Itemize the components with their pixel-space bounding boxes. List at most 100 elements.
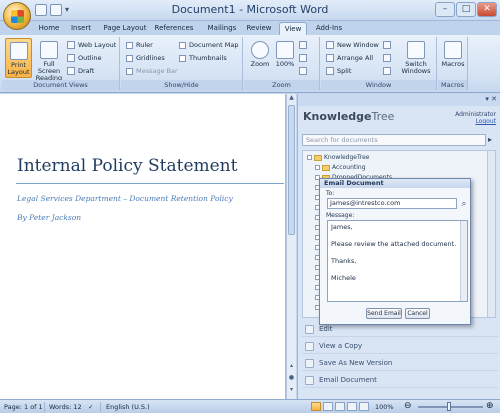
split-button[interactable]: Split	[326, 66, 351, 76]
to-input[interactable]: James@intrestco.com	[327, 198, 457, 209]
document-map-checkbox[interactable]: Document Map	[179, 40, 238, 50]
tab-insert[interactable]: Insert	[66, 22, 96, 35]
tree-scrollbar[interactable]	[487, 151, 495, 317]
document-search-input[interactable]: Search for documents	[302, 134, 486, 146]
send-email-button[interactable]: Send Email	[366, 308, 402, 319]
thumbnails-checkbox[interactable]: Thumbnails	[179, 53, 227, 63]
full-screen-view-icon[interactable]	[323, 402, 333, 411]
message-textarea[interactable]: James, Please review the attached docume…	[327, 220, 468, 302]
window-controls: – □ ✕	[435, 2, 497, 17]
scroll-thumb[interactable]	[288, 105, 295, 235]
draft-button[interactable]: Draft	[67, 66, 94, 76]
print-layout-view-icon[interactable]	[311, 402, 321, 411]
group-label-window: Window	[321, 80, 436, 90]
view-copy-icon	[305, 341, 314, 351]
document-vertical-scrollbar[interactable]: ▲ ▴ ● ▾	[286, 94, 296, 399]
language[interactable]: English (U.S.)	[106, 403, 150, 411]
next-page-icon[interactable]: ▾	[287, 386, 296, 395]
zoom-in-icon[interactable]: ⊕	[486, 401, 494, 411]
tab-mailings[interactable]: Mailings	[202, 22, 242, 35]
synchronous-scrolling-button[interactable]	[383, 53, 391, 63]
previous-page-icon[interactable]: ▴	[287, 362, 296, 371]
ribbon-tabs: Home Insert Page Layout References Maili…	[0, 21, 500, 35]
folder-icon	[314, 154, 322, 161]
print-layout-button[interactable]: Print Layout	[5, 38, 32, 78]
address-lookup-icon[interactable]: ⌕	[459, 198, 469, 209]
page-width-button[interactable]	[299, 66, 307, 76]
switch-windows-icon	[407, 41, 425, 59]
one-page-button[interactable]	[299, 40, 307, 50]
office-button[interactable]	[3, 2, 31, 30]
group-label-show-hide: Show/Hide	[121, 80, 242, 90]
gridlines-checkbox[interactable]: Gridlines	[126, 53, 165, 63]
two-pages-button[interactable]	[299, 53, 307, 63]
status-bar: Page: 1 of 1 Words: 12 ✓ English (U.S.) …	[0, 399, 500, 413]
page-width-icon	[299, 67, 307, 75]
email-icon	[305, 375, 314, 385]
window-title: Document1 - Microsoft Word	[171, 3, 329, 16]
document-author: By Peter Jackson	[17, 213, 82, 222]
minimize-button[interactable]: –	[435, 2, 455, 17]
new-window-button[interactable]: New Window	[326, 40, 379, 50]
zoom-button[interactable]: Zoom	[248, 38, 272, 78]
arrange-all-button[interactable]: Arrange All	[326, 53, 373, 63]
one-page-icon	[299, 41, 307, 49]
outline-view-icon[interactable]	[347, 402, 357, 411]
group-show-hide: Ruler Gridlines Message Bar Document Map…	[121, 37, 243, 90]
dialog-title: Email Document	[320, 179, 470, 188]
group-label-macros: Macros	[438, 80, 467, 90]
macros-button[interactable]: Macros	[441, 38, 465, 78]
side-by-side-icon	[383, 41, 391, 49]
tree-node-accounting[interactable]: Accounting	[315, 164, 366, 171]
zoom-100-button[interactable]: 100%	[274, 38, 296, 78]
task-pane-controls[interactable]: ▾ ✕	[485, 95, 497, 103]
group-label-document-views: Document Views	[2, 80, 119, 90]
user-info: Administrator Logout	[455, 111, 496, 125]
message-scrollbar[interactable]	[460, 221, 467, 301]
zoom-out-icon[interactable]: ⊖	[404, 401, 412, 411]
email-document-dialog: Email Document To: James@intrestco.com ⌕…	[319, 178, 471, 325]
tab-page-layout[interactable]: Page Layout	[100, 22, 150, 35]
view-side-by-side-button[interactable]	[383, 40, 391, 50]
document-title: Internal Policy Statement	[17, 156, 238, 176]
folder-icon	[322, 164, 330, 171]
tab-review[interactable]: Review	[244, 22, 274, 35]
page-count[interactable]: Page: 1 of 1	[4, 403, 43, 411]
maximize-button[interactable]: □	[456, 2, 476, 17]
proofing-icon[interactable]: ✓	[88, 403, 93, 411]
tab-home[interactable]: Home	[34, 22, 64, 35]
switch-windows-button[interactable]: Switch Windows	[397, 38, 435, 78]
tree-node-root[interactable]: KnowledgeTree	[307, 154, 369, 161]
action-email-document[interactable]: Email Document	[302, 373, 498, 388]
zoom-level[interactable]: 100%	[375, 403, 394, 411]
word-count[interactable]: Words: 12	[49, 403, 82, 411]
web-layout-button[interactable]: Web Layout	[67, 40, 116, 50]
message-bar-checkbox: Message Bar	[126, 66, 178, 76]
reset-window-position-button[interactable]	[383, 66, 391, 76]
cancel-button[interactable]: Cancel	[405, 308, 430, 319]
draft-view-icon[interactable]	[359, 402, 369, 411]
title-bar: ▾ Document1 - Microsoft Word – □ ✕	[0, 0, 500, 30]
search-arrow-icon[interactable]: ▸	[488, 135, 497, 145]
web-layout-icon	[67, 41, 75, 49]
knowledgetree-logo: KnowledgeTree	[303, 110, 395, 123]
action-view-copy[interactable]: View a Copy	[302, 339, 498, 354]
full-screen-icon	[40, 41, 58, 59]
group-macros: Macros Macros	[438, 37, 468, 90]
zoom-slider-thumb[interactable]	[447, 402, 451, 411]
group-label-zoom: Zoom	[244, 80, 319, 90]
to-label: To:	[326, 190, 335, 197]
outline-button[interactable]: Outline	[67, 53, 102, 63]
ruler-checkbox[interactable]: Ruler	[126, 40, 153, 50]
scroll-up-icon[interactable]: ▲	[287, 94, 296, 103]
browse-object-icon[interactable]: ●	[287, 374, 296, 383]
web-layout-view-icon[interactable]	[335, 402, 345, 411]
full-screen-reading-button[interactable]: Full Screen Reading	[34, 38, 64, 82]
close-button[interactable]: ✕	[477, 2, 497, 17]
tab-references[interactable]: References	[152, 22, 196, 35]
logout-link[interactable]: Logout	[455, 118, 496, 125]
tab-view[interactable]: View	[279, 22, 307, 35]
document-page[interactable]: Internal Policy Statement Legal Services…	[0, 94, 286, 399]
action-save-new-version[interactable]: Save As New Version	[302, 356, 498, 371]
tab-add-ins[interactable]: Add-Ins	[312, 22, 346, 35]
